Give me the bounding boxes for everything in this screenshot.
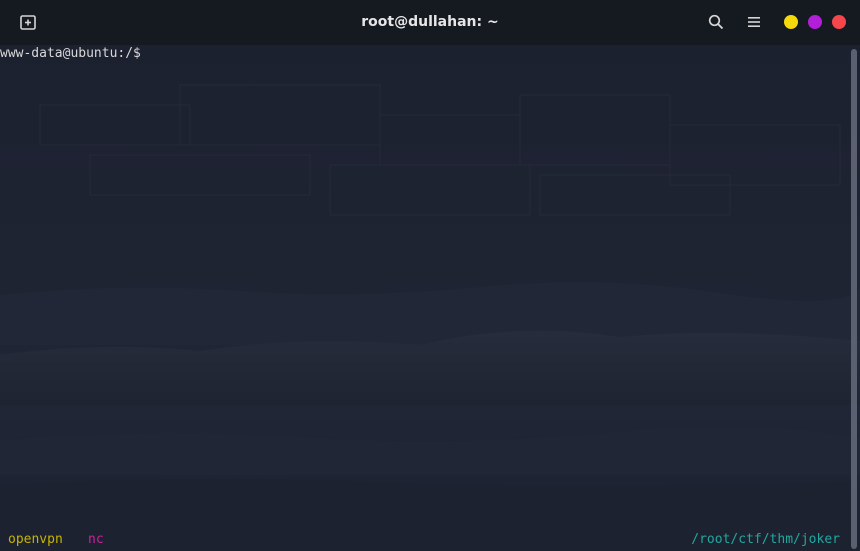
shell-prompt: www-data@ubuntu:/$ xyxy=(0,46,149,61)
close-button[interactable] xyxy=(832,15,846,29)
background-wallpaper xyxy=(0,84,860,551)
terminal-area[interactable]: www-data@ubuntu:/$ openvpn nc /root/ctf/… xyxy=(0,45,860,551)
search-icon xyxy=(708,14,724,30)
terminal-window: root@dullahan: ~ www-data@ubuntu:/$ open… xyxy=(0,0,860,551)
search-button[interactable] xyxy=(704,10,728,34)
maximize-button[interactable] xyxy=(808,15,822,29)
status-current-path: /root/ctf/thm/joker xyxy=(691,532,840,547)
title-bar[interactable]: root@dullahan: ~ xyxy=(0,0,860,45)
new-tab-button[interactable] xyxy=(12,10,44,34)
window-title: root@dullahan: ~ xyxy=(361,14,499,30)
hamburger-menu-icon xyxy=(748,17,760,27)
minimize-button[interactable] xyxy=(784,15,798,29)
new-tab-icon xyxy=(20,15,36,30)
status-window-openvpn[interactable]: openvpn xyxy=(8,532,63,548)
menu-button[interactable] xyxy=(742,10,766,34)
status-window-nc[interactable]: nc xyxy=(88,532,104,548)
scrollbar[interactable] xyxy=(851,49,857,549)
tmux-status-bar: openvpn nc /root/ctf/thm/joker xyxy=(0,532,848,550)
